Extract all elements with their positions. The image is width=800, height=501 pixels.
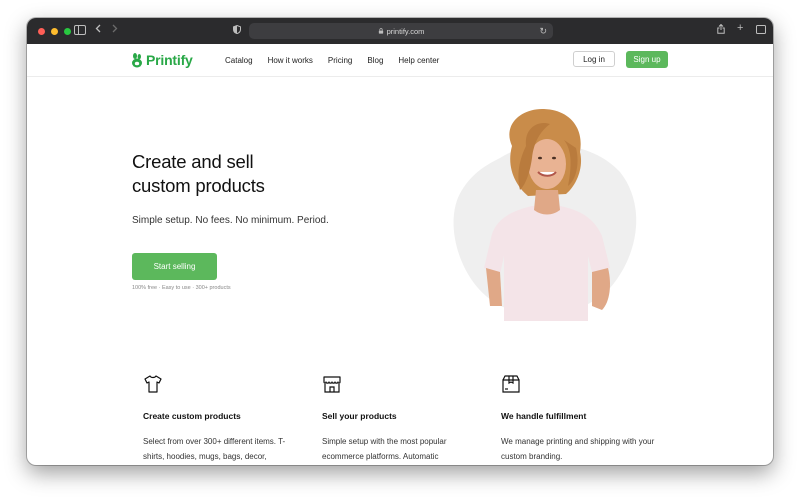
feature-title: We handle fulfillment: [501, 411, 587, 421]
signup-button[interactable]: Sign up: [626, 51, 668, 68]
nav-item-catalog[interactable]: Catalog: [225, 56, 253, 65]
feature-title: Sell your products: [322, 411, 397, 421]
login-button[interactable]: Log in: [573, 51, 615, 67]
forward-icon[interactable]: [112, 24, 118, 33]
model-arm-left: [486, 268, 502, 306]
window-controls: [38, 27, 71, 35]
lock-icon: [378, 28, 383, 34]
browser-toolbar: printify.com ↻ +: [27, 18, 773, 44]
hero-title-line-1: Create and sell: [132, 151, 254, 172]
main-nav: Catalog How it works Pricing Blog Help c…: [225, 56, 454, 65]
nav-item-help-center[interactable]: Help center: [398, 56, 439, 65]
nav-item-blog[interactable]: Blog: [367, 56, 383, 65]
cta-note: 100% free · Easy to use · 300+ products: [132, 285, 231, 291]
site-header: Printify Catalog How it works Pricing Bl…: [27, 44, 773, 77]
tshirt-icon: [144, 375, 162, 393]
feature-sell: Sell your products Simple setup with the…: [322, 374, 482, 461]
hero-title-line-2: custom products: [132, 175, 265, 196]
brand-name: Printify: [146, 52, 193, 68]
printify-logo[interactable]: Printify: [131, 52, 193, 68]
new-tab-icon[interactable]: +: [737, 23, 743, 34]
tab-overview-icon[interactable]: [756, 25, 766, 34]
start-selling-button[interactable]: Start selling: [132, 253, 217, 280]
feature-text: Simple setup with the most popular ecomm…: [322, 437, 447, 461]
privacy-shield-icon[interactable]: [233, 25, 241, 34]
model-arm-right: [592, 268, 610, 310]
model-neck: [534, 190, 560, 215]
feature-fulfillment: We handle fulfillment We manage printing…: [501, 374, 661, 461]
sidebar-toggle-icon[interactable]: [74, 25, 86, 35]
address-bar[interactable]: printify.com ↻: [249, 23, 553, 39]
nav-item-pricing[interactable]: Pricing: [328, 56, 352, 65]
url-text: printify.com: [386, 26, 425, 36]
hero-subtitle: Simple setup. No fees. No minimum. Perio…: [132, 215, 329, 226]
box-icon: [502, 375, 520, 393]
share-icon[interactable]: [717, 24, 725, 34]
feature-title: Create custom products: [143, 411, 241, 421]
feature-text: Select from over 300+ different items. T…: [143, 437, 286, 461]
hero-title: Create and sell custom products: [132, 150, 352, 198]
maximize-window-button[interactable]: [64, 27, 71, 35]
nav-item-how-it-works[interactable]: How it works: [268, 56, 313, 65]
close-window-button[interactable]: [38, 27, 45, 35]
reload-icon[interactable]: ↻: [539, 26, 547, 37]
store-icon: [323, 376, 341, 393]
back-icon[interactable]: [95, 24, 101, 33]
feature-create: Create custom products Select from over …: [143, 374, 303, 461]
feature-text: We manage printing and shipping with you…: [501, 437, 655, 461]
browser-window: printify.com ↻ + Printify Catalog How it…: [27, 18, 773, 465]
minimize-window-button[interactable]: [51, 27, 58, 35]
printify-logo-icon: [132, 53, 142, 68]
hero-model-image: [453, 108, 637, 321]
